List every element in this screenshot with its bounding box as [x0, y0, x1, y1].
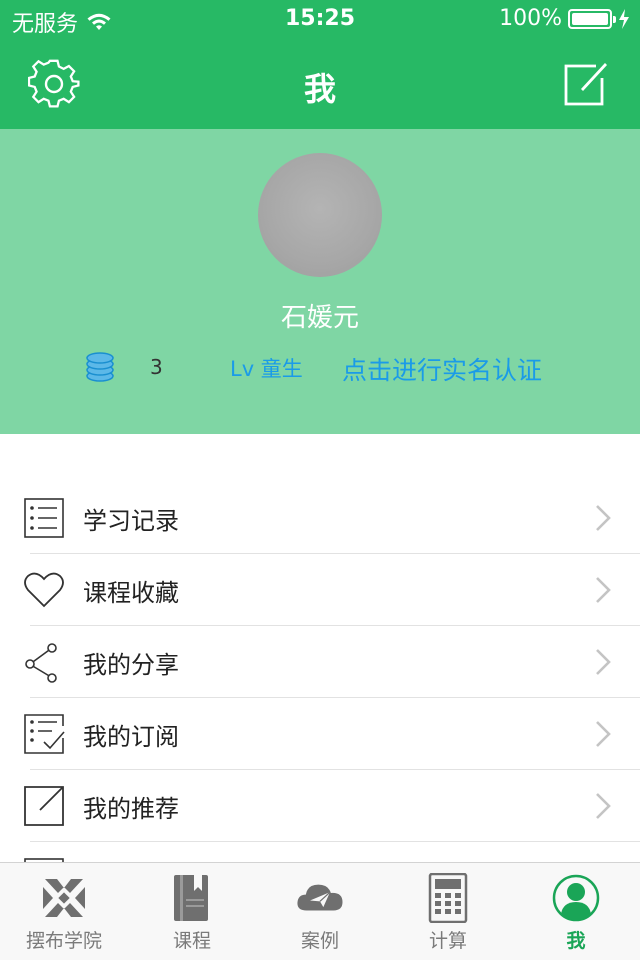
menu-item-course-favorites[interactable]: 课程收藏 — [0, 554, 640, 626]
share-icon — [25, 643, 57, 683]
list-icon — [24, 498, 64, 538]
tab-me[interactable]: 我 — [512, 863, 640, 960]
tab-academy[interactable]: 摆布学院 — [0, 863, 128, 960]
tab-label: 摆布学院 — [25, 930, 102, 952]
username: 石媛元 — [280, 303, 359, 333]
coin-count: 3 — [150, 355, 163, 379]
chevron-right-icon — [596, 649, 611, 675]
page-title: 我 — [303, 70, 336, 108]
menu-item-my-shares[interactable]: 我的分享 — [0, 626, 640, 698]
profile-icon — [552, 874, 600, 922]
cloud-icon — [297, 884, 343, 911]
menu-item-label: 课程收藏 — [83, 578, 179, 607]
status-right: 100% — [499, 6, 630, 31]
calculator-icon — [428, 873, 468, 923]
recommend-icon — [24, 786, 64, 826]
menu-item-study-record[interactable]: 学习记录 — [0, 482, 640, 554]
compose-icon[interactable] — [562, 58, 612, 108]
subscription-icon — [24, 714, 65, 754]
tab-calculate[interactable]: 计算 — [384, 863, 512, 960]
tab-label: 课程 — [172, 930, 211, 952]
menu-item-label: 我的订阅 — [83, 722, 179, 751]
tab-label: 案例 — [300, 930, 339, 952]
book-icon — [174, 875, 208, 921]
tab-bar: 摆布学院 课程 案例 计算 我 — [0, 862, 640, 960]
tab-label: 计算 — [428, 930, 467, 952]
tab-label: 我 — [566, 930, 586, 952]
profile-header: 石媛元 3 Lv 童生 点击进行实名认证 — [0, 129, 640, 434]
chevron-right-icon — [596, 577, 611, 603]
heart-icon — [24, 572, 64, 608]
chevron-right-icon — [596, 505, 611, 531]
battery-icon — [568, 8, 616, 29]
menu-item-my-recommendations[interactable]: 我的推荐 — [0, 770, 640, 842]
section-gap — [0, 434, 640, 482]
status-bar: 无服务 15:25 100% — [0, 0, 640, 40]
tab-courses[interactable]: 课程 — [128, 863, 256, 960]
real-name-verify-link[interactable]: 点击进行实名认证 — [342, 351, 542, 387]
chevron-right-icon — [596, 793, 611, 819]
menu-list: 学习记录 课程收藏 我的分享 我的订阅 我的推荐 — [0, 482, 640, 914]
charging-icon — [619, 8, 629, 29]
menu-item-label: 我的分享 — [83, 650, 179, 679]
avatar[interactable] — [258, 153, 382, 277]
chevron-right-icon — [596, 721, 611, 747]
menu-item-my-subscriptions[interactable]: 我的订阅 — [0, 698, 640, 770]
battery-fill — [572, 12, 608, 25]
battery-percent: 100% — [499, 6, 562, 31]
menu-item-label: 学习记录 — [83, 506, 179, 535]
nav-bar: 我 — [0, 40, 640, 129]
academy-icon — [43, 879, 85, 917]
coin-stack-icon — [86, 352, 114, 382]
tab-cases[interactable]: 案例 — [256, 863, 384, 960]
profile-stats: 3 Lv 童生 点击进行实名认证 — [0, 351, 640, 387]
user-level: Lv 童生 — [230, 357, 303, 381]
menu-item-label: 我的推荐 — [83, 794, 179, 823]
